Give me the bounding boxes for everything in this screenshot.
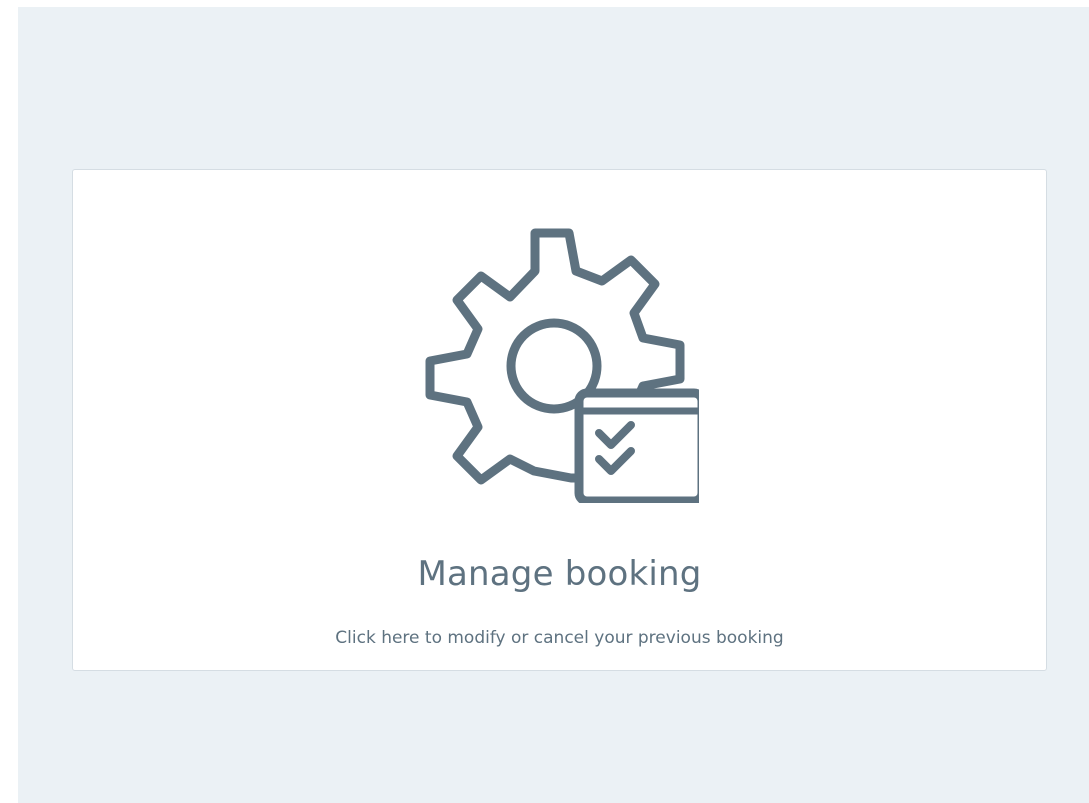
page-background: Manage booking Click here to modify or c… [18,7,1089,803]
gear-calendar-check-icon [419,223,699,503]
manage-booking-description: Click here to modify or cancel your prev… [335,628,784,648]
manage-booking-card[interactable]: Manage booking Click here to modify or c… [72,169,1047,671]
manage-booking-title: Manage booking [417,554,702,594]
